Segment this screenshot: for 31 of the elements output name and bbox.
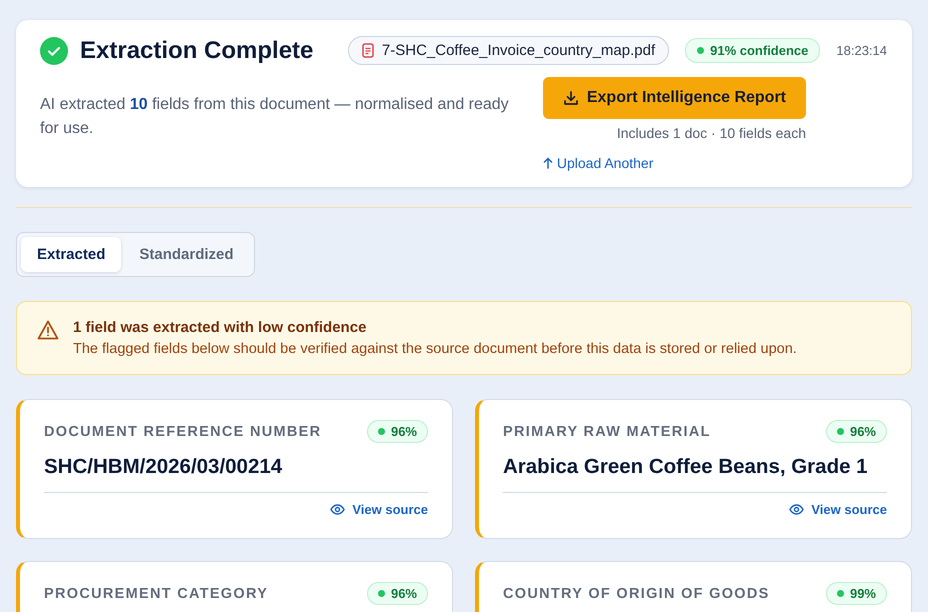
alert-message: The flagged fields below should be verified against the source document before this data is stored or relied upon.: [73, 341, 797, 357]
view-source-link[interactable]: View source: [330, 502, 428, 517]
download-icon: [562, 90, 579, 106]
confidence-badge: 99%: [826, 582, 887, 605]
field-value: SHC/HBM/2026/03/00214: [44, 455, 428, 493]
upload-another-link[interactable]: Upload Another: [542, 155, 654, 171]
confidence-badge: 96%: [366, 420, 428, 443]
field-value: Arabica Green Coffee Beans, Grade 1: [503, 455, 887, 493]
warning-icon: [37, 320, 59, 340]
view-source-link[interactable]: View source: [789, 502, 887, 517]
field-label: DOCUMENT REFERENCE NUMBER: [44, 424, 322, 440]
confidence-badge: 91% confidence: [685, 38, 820, 63]
field-label: PROCUREMENT CATEGORY: [44, 586, 268, 602]
field-label: PRIMARY RAW MATERIAL: [503, 424, 711, 440]
tab[interactable]: Standardized: [123, 237, 250, 272]
tab[interactable]: Extracted: [21, 237, 122, 272]
eye-icon: [789, 504, 804, 515]
summary-text: AI extracted 10 fields from this document — normalised and ready for use.: [40, 95, 510, 139]
timestamp: 18:23:14: [836, 43, 887, 58]
document-icon: [362, 43, 374, 58]
file-chip: 7-SHC_Coffee_Invoice_country_map.pdf: [348, 36, 670, 65]
field-label: COUNTRY OF ORIGIN OF GOODS: [503, 586, 770, 602]
confidence-badge: 96%: [366, 582, 428, 605]
eye-icon: [330, 504, 346, 515]
check-circle-icon: [40, 36, 68, 64]
page-title: Extraction Complete: [80, 36, 314, 64]
export-report-button[interactable]: Export Intelligence Report: [542, 77, 806, 119]
alert-title: 1 field was extracted with low confidence: [73, 319, 368, 336]
up-arrow-icon: [542, 157, 553, 169]
export-note: Includes 1 doc · 10 fields each: [616, 125, 806, 141]
confidence-badge: 96%: [826, 420, 887, 443]
